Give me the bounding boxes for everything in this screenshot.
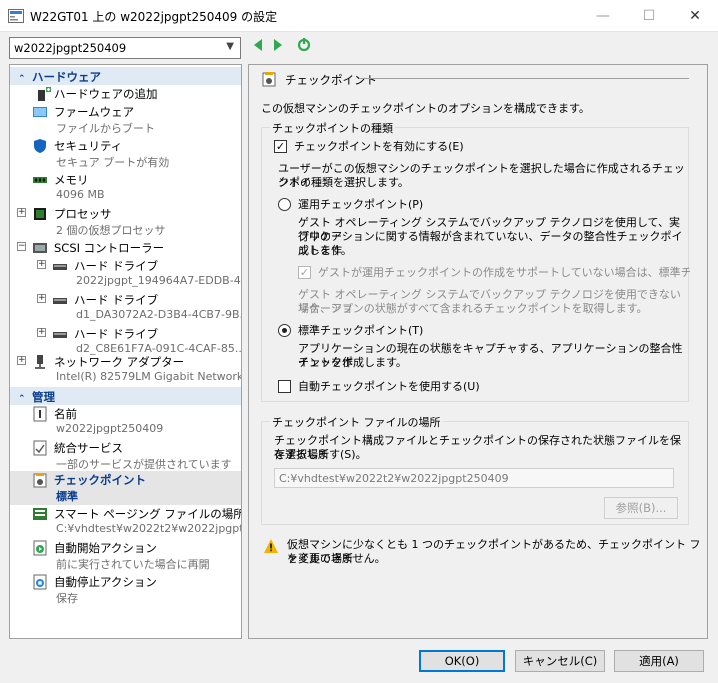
management-section-header[interactable]: ⌃ 管理	[10, 387, 241, 405]
navigation-buttons	[252, 38, 315, 58]
enable-checkpoints-label[interactable]: チェックポイントを有効にする(E)	[294, 140, 464, 154]
fallback-standard-checkbox[interactable]: ✓	[298, 266, 311, 279]
smart-paging-icon	[33, 508, 47, 520]
hard-drive-icon	[53, 298, 67, 304]
collapse-icon[interactable]: −	[17, 242, 26, 251]
auto-checkpoint-checkbox[interactable]	[278, 380, 291, 393]
chevron-down-icon: ▼	[226, 41, 234, 52]
vm-selector-value: w2022jpgpt250409	[14, 41, 127, 55]
processor-icon	[34, 208, 46, 220]
group-title: チェックポイント ファイルの場所	[270, 414, 443, 430]
tree-item-memory[interactable]: メモリ 4096 MB	[10, 171, 241, 205]
tree-item-hard-drive-1[interactable]: + ハード ドライブ d1_DA3072A2-D3B4-4CB7-9B...	[10, 291, 241, 325]
minimize-icon: —	[596, 8, 610, 24]
hardware-section-header[interactable]: ⌃ ハードウェア	[10, 67, 241, 85]
auto-stop-icon	[33, 574, 47, 590]
settings-tree: ⌃ ハードウェア ハードウェアの追加 ファームウェア ファイルからブート セキュリ…	[9, 64, 242, 639]
production-desc-3: 成します。	[298, 244, 352, 257]
name-icon	[33, 406, 47, 422]
memory-icon	[33, 177, 47, 183]
forward-button[interactable]	[272, 38, 284, 55]
tree-item-auto-start[interactable]: 自動開始アクション 前に実行されていた場合に再開	[10, 539, 241, 573]
standard-checkpoint-label[interactable]: 標準チェックポイント(T)	[298, 324, 423, 338]
warning-icon	[264, 539, 278, 553]
tree-item-hard-drive-0[interactable]: + ハード ドライブ 2022jpgpt_194964A7-EDDB-4...	[10, 257, 241, 291]
checkpoint-type-group: チェックポイントの種類 ✓ チェックポイントを有効にする(E) ユーザーがこの仮…	[261, 120, 690, 402]
checkpoint-path-input[interactable]: C:¥vhdtest¥w2022t2¥w2022jpgpt250409	[274, 468, 674, 488]
ok-button[interactable]: OK(O)	[419, 650, 505, 672]
refresh-button[interactable]	[297, 38, 311, 55]
fallback-standard-label[interactable]: ゲストが運用チェックポイントの作成をサポートしていない場合は、標準チェックポイ	[318, 266, 690, 280]
add-hardware-icon	[38, 87, 51, 101]
forward-icon	[273, 39, 282, 51]
type-selection-text-2: ントの種類を選択します。	[278, 176, 409, 189]
scsi-controller-icon	[33, 243, 47, 253]
maximize-icon: ☐	[642, 8, 656, 24]
fallback-desc-2: リケーションの状態がすべて含まれるチェックポイントを取得します。	[298, 302, 648, 315]
checkpoint-icon	[33, 473, 47, 488]
checkpoint-settings-panel: チェックポイント この仮想マシンのチェックポイントのオプションを構成できます。 …	[248, 64, 708, 639]
shield-icon	[34, 139, 46, 153]
integration-services-icon	[33, 440, 47, 456]
auto-start-icon	[33, 540, 47, 556]
tree-item-processor[interactable]: + プロセッサ 2 個の仮想プロセッサ	[10, 205, 241, 239]
group-title: チェックポイントの種類	[270, 120, 395, 136]
minimize-button[interactable]: —	[580, 0, 626, 32]
production-checkpoint-radio[interactable]	[278, 198, 291, 211]
hard-drive-icon	[53, 264, 67, 270]
apply-button[interactable]: 適用(A)	[614, 650, 704, 672]
checkpoint-icon	[262, 72, 276, 87]
browse-button[interactable]: 参照(B)...	[604, 497, 678, 519]
panel-title: チェックポイント	[285, 73, 377, 87]
network-adapter-icon	[35, 355, 45, 369]
expand-icon[interactable]: +	[17, 356, 26, 365]
back-button[interactable]	[252, 38, 264, 55]
back-icon	[254, 39, 262, 51]
maximize-button[interactable]: ☐	[626, 0, 672, 32]
tree-item-add-hardware[interactable]: ハードウェアの追加	[10, 85, 241, 103]
tree-item-integration-services[interactable]: 統合サービス 一部のサービスが提供されています	[10, 439, 241, 473]
vm-selector[interactable]: w2022jpgpt250409 ▼	[9, 37, 241, 59]
close-button[interactable]: ✕	[672, 0, 718, 32]
standard-checkpoint-radio[interactable]	[278, 324, 291, 337]
settings-app-icon	[8, 9, 24, 23]
enable-checkpoints-checkbox[interactable]: ✓	[274, 140, 287, 153]
collapse-icon: ⌃	[18, 394, 26, 404]
expand-icon[interactable]: +	[37, 294, 46, 303]
panel-title-divider	[359, 78, 689, 79]
production-desc-2: プリケーションに関する情報が含まれていない、データの整合性チェックポイントを作	[298, 230, 683, 257]
expand-icon[interactable]: +	[37, 328, 46, 337]
tree-item-scsi-controller[interactable]: − SCSI コントローラー	[10, 239, 241, 257]
title-bar: W22GT01 上の w2022jpgpt250409 の設定 — ☐ ✕	[0, 0, 718, 32]
window-title: W22GT01 上の w2022jpgpt250409 の設定	[30, 10, 278, 24]
expand-icon[interactable]: +	[17, 208, 26, 217]
refresh-icon	[297, 38, 311, 52]
tree-item-name[interactable]: 名前 w2022jpgpt250409	[10, 405, 241, 439]
auto-checkpoint-label[interactable]: 自動チェックポイントを使用する(U)	[298, 380, 480, 394]
production-checkpoint-label[interactable]: 運用チェックポイント(P)	[298, 198, 423, 212]
tree-item-firmware[interactable]: ファームウェア ファイルからブート	[10, 103, 241, 137]
firmware-icon	[33, 107, 47, 117]
hard-drive-icon	[53, 332, 67, 338]
standard-desc-2: イントを作成します。	[298, 356, 407, 369]
collapse-icon: ⌃	[18, 74, 26, 84]
checkpoint-location-group: チェックポイント ファイルの場所 チェックポイント構成ファイルとチェックポイント…	[261, 414, 689, 525]
tree-item-smart-paging[interactable]: スマート ページング ファイルの場所 C:¥vhdtest¥w2022t2¥w2…	[10, 505, 241, 539]
panel-description: この仮想マシンのチェックポイントのオプションを構成できます。	[261, 102, 590, 115]
warning-text-2: を変更できません。	[287, 552, 386, 565]
tree-item-network-adapter[interactable]: + ネットワーク アダプター Intel(R) 82579LM Gigabit …	[10, 353, 241, 387]
expand-icon[interactable]: +	[37, 260, 46, 269]
close-icon: ✕	[689, 8, 701, 24]
tree-item-checkpoints[interactable]: チェックポイント 標準	[10, 471, 241, 505]
tree-item-auto-stop[interactable]: 自動停止アクション 保存	[10, 573, 241, 607]
location-desc-2: を選択します(S)。	[274, 448, 367, 461]
cancel-button[interactable]: キャンセル(C)	[515, 650, 605, 672]
tree-item-security[interactable]: セキュリティ セキュア ブートが有効	[10, 137, 241, 171]
